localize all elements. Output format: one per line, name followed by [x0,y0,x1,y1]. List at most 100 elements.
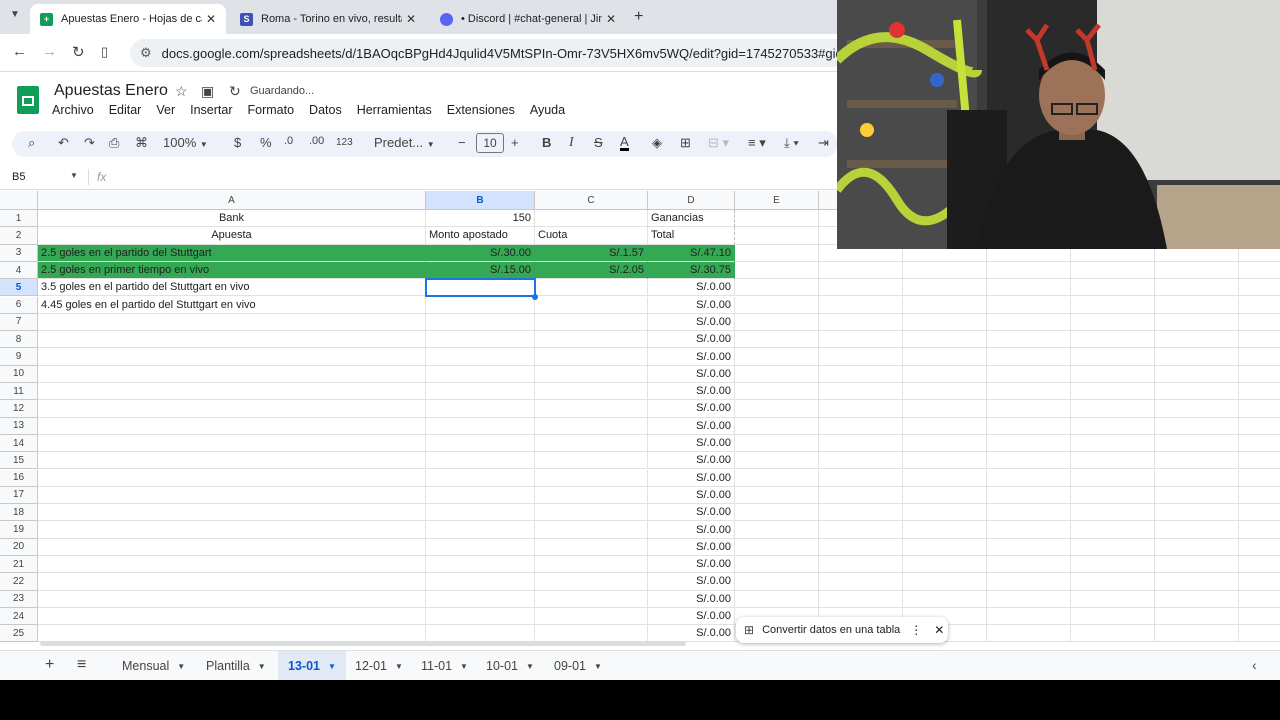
cell[interactable] [903,556,987,574]
cell-a18[interactable] [38,504,426,522]
cell[interactable] [1239,591,1280,608]
cell-a5[interactable]: 3.5 goles en el partido del Stuttgart en… [38,279,426,297]
cell[interactable] [1239,279,1280,297]
cell-b19[interactable] [426,521,535,539]
cell-e20[interactable] [735,538,819,556]
cell[interactable] [1071,400,1155,418]
cell[interactable] [1071,573,1155,591]
cell-e15[interactable] [735,452,819,470]
fill-color-icon[interactable]: ◈ [652,135,662,151]
cell-e13[interactable] [735,417,819,435]
cell-c2[interactable]: Cuota [535,227,648,245]
row-header[interactable]: 8 [0,331,38,349]
cell-b24[interactable] [426,607,535,626]
cell-a20[interactable] [38,538,426,556]
cell[interactable] [903,504,987,522]
cell[interactable] [903,521,987,539]
cell-c11[interactable] [535,383,648,401]
cell-c9[interactable] [535,348,648,366]
cell[interactable] [1239,435,1280,453]
cell-b17[interactable] [426,486,535,505]
cell-d8[interactable]: S/.0.00 [648,331,735,349]
row-header[interactable]: 9 [0,348,38,366]
fill-handle[interactable] [532,293,538,300]
cell[interactable] [1155,365,1239,383]
row-header[interactable]: 3 [0,244,38,262]
back-arrow-icon[interactable]: ← [12,43,27,60]
close-icon[interactable]: ✕ [202,12,220,26]
cell-b15[interactable] [426,452,535,470]
cell[interactable] [1071,365,1155,383]
cell[interactable] [1071,607,1155,626]
cell[interactable] [987,607,1071,626]
move-folder-icon[interactable]: ▣ [201,83,214,100]
cell[interactable] [987,452,1071,470]
cell-e8[interactable] [735,331,819,349]
menu-datos[interactable]: Datos [309,103,342,117]
row-header[interactable]: 16 [0,469,38,487]
paint-format-icon[interactable]: ⌘ [135,135,148,151]
toast-text[interactable]: Convertir datos en una tabla [762,624,900,636]
cell[interactable] [903,452,987,470]
cell[interactable] [987,279,1071,297]
cell-b22[interactable] [426,573,535,591]
cell-c8[interactable] [535,331,648,349]
cell[interactable] [1071,261,1155,280]
cell[interactable] [819,521,903,539]
increase-decimal-button[interactable]: .00 [309,135,324,147]
cell-d12[interactable]: S/.0.00 [648,400,735,418]
cell[interactable] [1071,417,1155,435]
cell[interactable] [1239,521,1280,539]
cell[interactable] [987,486,1071,505]
cell-d3[interactable]: S/.47.10 [648,244,735,262]
cell[interactable] [819,348,903,366]
italic-button[interactable]: I [569,135,574,151]
cell[interactable] [1071,383,1155,401]
font-size-decrease-button[interactable]: − [458,135,466,150]
zoom-select[interactable]: 100% ▼ [163,135,208,150]
row-header[interactable]: 24 [0,607,38,626]
cell-a1[interactable]: Bank [38,210,426,228]
cell-e6[interactable] [735,296,819,314]
reload-icon[interactable]: ↻ [72,43,85,61]
cell-a21[interactable] [38,556,426,574]
row-header[interactable]: 12 [0,400,38,418]
all-sheets-icon[interactable]: ≡ [77,656,86,674]
cell[interactable] [987,331,1071,349]
cell[interactable] [819,296,903,314]
cell-b9[interactable] [426,348,535,366]
cell[interactable] [1239,418,1280,435]
cell-e10[interactable] [735,365,819,383]
cell-e5[interactable] [735,279,819,297]
cell[interactable] [819,590,903,608]
cell-e14[interactable] [735,434,819,453]
cell-c14[interactable] [535,434,648,453]
cell[interactable] [1071,469,1155,487]
cell[interactable] [1239,400,1280,418]
row-header[interactable]: 4 [0,261,38,280]
chevron-down-icon[interactable]: ▼ [70,171,78,180]
cell[interactable] [1071,452,1155,470]
cell[interactable] [903,296,987,314]
cell[interactable] [819,452,903,470]
row-header[interactable]: 7 [0,313,38,332]
cell-d9[interactable]: S/.0.00 [648,348,735,366]
cell[interactable] [1071,538,1155,556]
cell[interactable] [1071,556,1155,574]
site-info-icon[interactable]: ⚙ [140,45,152,61]
cell[interactable] [903,417,987,435]
cell[interactable] [1071,348,1155,366]
font-size-increase-button[interactable]: + [511,135,519,150]
cell[interactable] [1155,279,1239,297]
sheet-tab-plantilla[interactable]: Plantilla ▼ [196,651,276,680]
column-header-c[interactable]: C [535,191,648,210]
cell-b11[interactable] [426,383,535,401]
cell[interactable] [987,348,1071,366]
cell-c3[interactable]: S/.1.57 [535,244,648,262]
cell-b20[interactable] [426,538,535,556]
cell-b3[interactable]: S/.30.00 [426,244,535,262]
cell-d23[interactable]: S/.0.00 [648,590,735,608]
convert-table-toast[interactable]: ⊞ Convertir datos en una tabla ⋮ ✕ [736,617,948,643]
cell-c24[interactable] [535,607,648,626]
menu-extensiones[interactable]: Extensiones [447,103,515,117]
